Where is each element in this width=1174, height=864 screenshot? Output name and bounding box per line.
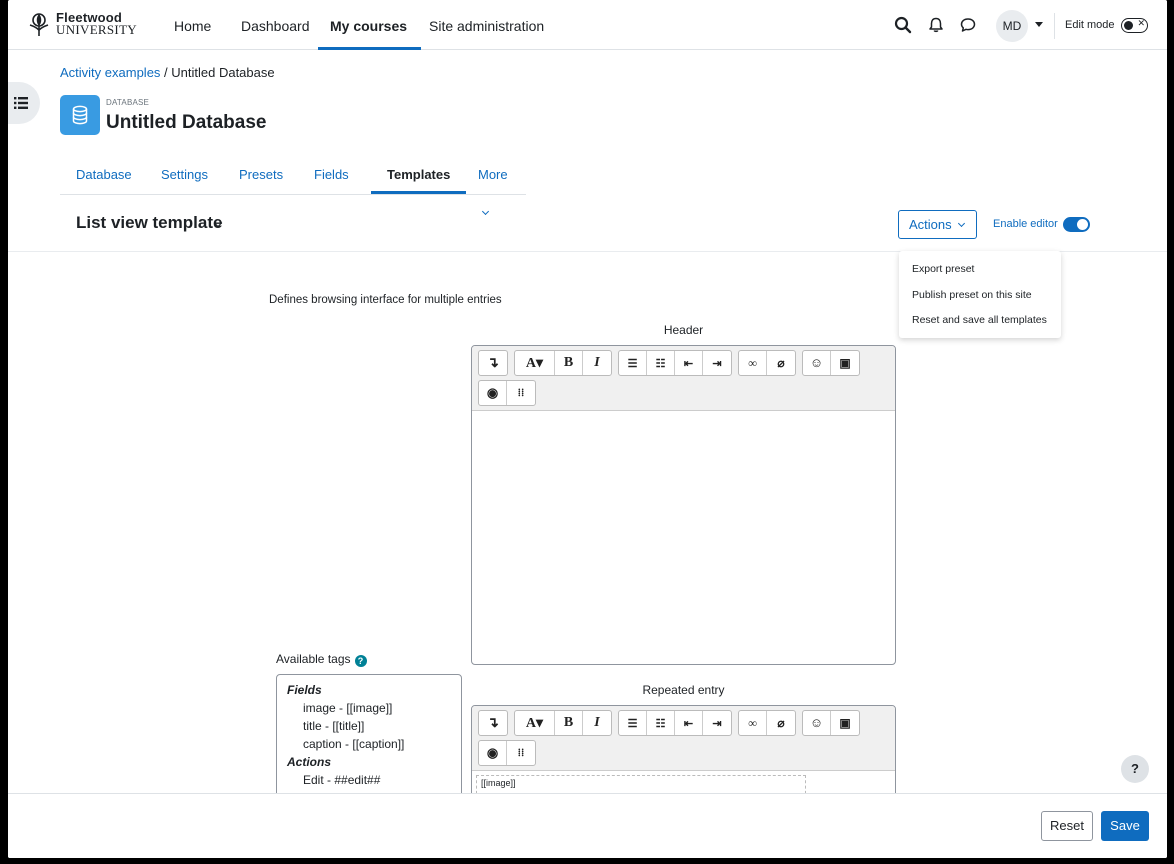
tag-item[interactable]: Edit - ##edit## — [287, 771, 451, 789]
indent-icon[interactable]: ⇥ — [703, 711, 731, 735]
logo-line2: UNIVERSITY — [56, 22, 137, 37]
tab-database[interactable]: Database — [60, 156, 148, 194]
tag-item[interactable]: caption - [[caption]] — [287, 735, 451, 753]
emoji-icon[interactable]: ☺ — [803, 351, 831, 375]
tab-more-label: More — [478, 167, 508, 182]
collapse-toolbar-icon[interactable]: ↴ — [479, 711, 507, 735]
course-index-toggle[interactable] — [8, 82, 40, 124]
page-title: Untitled Database — [106, 112, 267, 133]
actions-button-label: Actions — [909, 217, 952, 232]
list-icon — [14, 97, 28, 109]
messages-icon[interactable] — [959, 16, 977, 34]
secondary-navigation: Database Settings Presets Fields Templat… — [60, 156, 526, 216]
unordered-list-icon[interactable]: ☰ — [619, 351, 647, 375]
outdent-icon[interactable]: ⇤ — [675, 351, 703, 375]
indent-icon[interactable]: ⇥ — [703, 351, 731, 375]
tag-item[interactable]: image - [[image]] — [287, 699, 451, 717]
unlink-icon[interactable]: ⌀ — [767, 711, 795, 735]
page: Fleetwood UNIVERSITY Home Dashboard My c… — [8, 0, 1167, 858]
italic-icon[interactable]: I — [583, 711, 611, 735]
nav-my-courses[interactable]: My courses — [317, 0, 422, 50]
header-editor-toolbar: ↴ A▾ B I ☰ ☷ ⇤ ⇥ ∞ ⌀ ☺ ▣ ◉ ⁞⁞ — [472, 346, 895, 411]
nav-home[interactable]: Home — [174, 0, 211, 50]
tags-group-fields: Fields — [287, 683, 322, 697]
tab-fields[interactable]: Fields — [298, 156, 365, 194]
site-logo[interactable]: Fleetwood UNIVERSITY — [26, 11, 137, 37]
breadcrumb-current: Untitled Database — [171, 65, 275, 80]
breadcrumb: Activity examples / Untitled Database — [60, 65, 275, 80]
edit-mode-label: Edit mode — [1065, 19, 1115, 31]
font-style-icon[interactable]: A▾ — [515, 711, 555, 735]
tags-group-actions: Actions — [287, 755, 332, 769]
menu-item-reset-templates[interactable]: Reset and save all templates — [899, 309, 1061, 335]
link-icon[interactable]: ∞ — [739, 711, 767, 735]
enable-editor-label: Enable editor — [993, 218, 1058, 230]
ordered-list-icon[interactable]: ☷ — [647, 711, 675, 735]
actions-dropdown-menu: Export preset Publish preset on this sit… — [899, 251, 1061, 338]
top-navbar: Fleetwood UNIVERSITY Home Dashboard My c… — [8, 0, 1167, 50]
activity-type-label: DATABASE — [106, 98, 150, 107]
enable-editor-toggle[interactable] — [1063, 217, 1090, 232]
screenreader-helper-icon[interactable]: ⁞⁞ — [507, 381, 535, 405]
available-tags-label: Available tags? — [276, 652, 367, 667]
image-icon[interactable]: ▣ — [831, 351, 859, 375]
bold-icon[interactable]: B — [555, 351, 583, 375]
link-icon[interactable]: ∞ — [739, 351, 767, 375]
screenreader-helper-icon[interactable]: ⁞⁞ — [507, 741, 535, 765]
breadcrumb-separator: / — [160, 65, 172, 80]
italic-icon[interactable]: I — [583, 351, 611, 375]
tab-presets[interactable]: Presets — [223, 156, 299, 194]
chevron-down-icon — [957, 219, 966, 228]
reset-button[interactable]: Reset — [1041, 811, 1093, 841]
outdent-icon[interactable]: ⇤ — [675, 711, 703, 735]
bell-icon[interactable] — [927, 16, 945, 34]
emoji-icon[interactable]: ☺ — [803, 711, 831, 735]
bold-icon[interactable]: B — [555, 711, 583, 735]
close-icon: ✕ — [1137, 18, 1145, 28]
nav-dashboard[interactable]: Dashboard — [241, 0, 310, 50]
nav-divider — [1054, 13, 1055, 39]
template-selector[interactable]: List view template — [76, 213, 222, 233]
unordered-list-icon[interactable]: ☰ — [619, 711, 647, 735]
header-editor: ↴ A▾ B I ☰ ☷ ⇤ ⇥ ∞ ⌀ ☺ ▣ ◉ ⁞⁞ — [471, 345, 896, 665]
template-description: Defines browsing interface for multiple … — [269, 294, 502, 306]
accessibility-checker-icon[interactable]: ◉ — [479, 741, 507, 765]
chevron-down-icon — [481, 207, 490, 216]
help-button[interactable]: ? — [1121, 755, 1149, 783]
accessibility-checker-icon[interactable]: ◉ — [479, 381, 507, 405]
tag-item[interactable]: title - [[title]] — [287, 717, 451, 735]
logo-icon — [29, 13, 49, 36]
tab-templates[interactable]: Templates — [371, 156, 467, 194]
header-label: Header — [663, 323, 704, 337]
user-avatar[interactable]: MD — [996, 10, 1028, 42]
help-icon[interactable]: ? — [354, 655, 367, 667]
collapse-toolbar-icon[interactable]: ↴ — [479, 351, 507, 375]
image-icon[interactable]: ▣ — [831, 711, 859, 735]
tab-settings[interactable]: Settings — [145, 156, 224, 194]
breadcrumb-activity-examples[interactable]: Activity examples — [60, 65, 160, 80]
actions-button[interactable]: Actions — [898, 210, 977, 239]
sticky-footer: Reset Save — [8, 793, 1167, 858]
repeated-entry-label: Repeated entry — [642, 683, 725, 697]
unlink-icon[interactable]: ⌀ — [767, 351, 795, 375]
search-icon[interactable] — [894, 16, 912, 34]
menu-item-publish-preset[interactable]: Publish preset on this site — [899, 284, 1061, 310]
save-button[interactable]: Save — [1101, 811, 1149, 841]
nav-site-administration[interactable]: Site administration — [429, 0, 544, 50]
font-style-icon[interactable]: A▾ — [515, 351, 555, 375]
database-activity-icon — [60, 95, 100, 135]
available-tags-text: Available tags — [276, 652, 351, 666]
header-editor-content[interactable] — [472, 411, 895, 661]
edit-mode-toggle[interactable]: ✕ — [1121, 18, 1148, 33]
ordered-list-icon[interactable]: ☷ — [647, 351, 675, 375]
user-menu-caret-icon[interactable] — [1035, 22, 1043, 27]
menu-item-export-preset[interactable]: Export preset — [899, 258, 1061, 284]
tab-more[interactable]: More — [462, 156, 526, 216]
repeated-editor-toolbar: ↴ A▾ B I ☰ ☷ ⇤ ⇥ ∞ ⌀ ☺ ▣ ◉ ⁞⁞ — [472, 706, 895, 771]
